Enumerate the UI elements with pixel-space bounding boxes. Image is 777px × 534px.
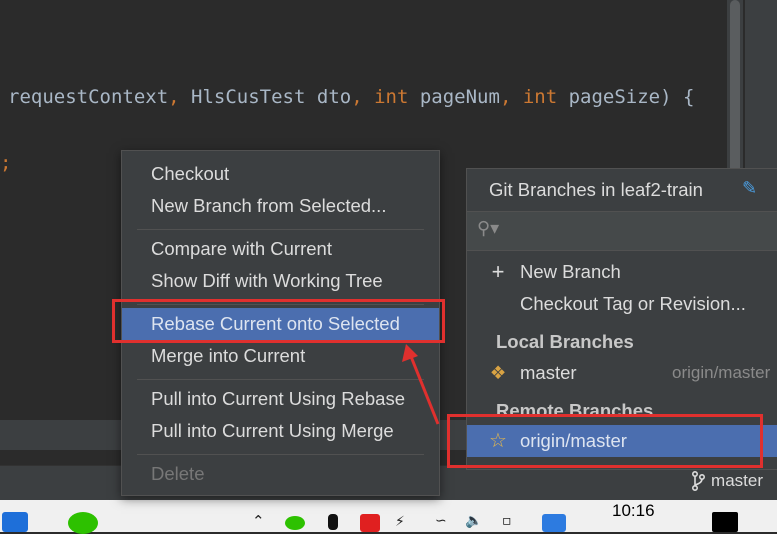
- volume-icon[interactable]: 🔈: [465, 513, 482, 529]
- git-branch-widget[interactable]: master: [691, 471, 763, 491]
- search-icon: ⚲▾: [477, 218, 500, 238]
- chevron-up-icon[interactable]: ⌃: [252, 512, 265, 530]
- du-app-icon[interactable]: [360, 514, 380, 532]
- branch-search-input[interactable]: ⚲▾: [467, 211, 777, 251]
- menu-separator: [137, 379, 424, 380]
- ime-icon[interactable]: ▫: [502, 513, 512, 529]
- power-plug-icon[interactable]: ⚡: [395, 514, 405, 530]
- wifi-icon[interactable]: ∽: [435, 513, 447, 529]
- popup-title: Git Branches in leaf2-train: [489, 179, 703, 200]
- code-semicolon: ;: [0, 152, 12, 174]
- plus-icon: +: [491, 259, 505, 284]
- menu-separator: [137, 229, 424, 230]
- clock[interactable]: 10:16: [612, 501, 655, 521]
- checkout-tag-item[interactable]: Checkout Tag or Revision...: [467, 288, 777, 320]
- wechat-tray-icon[interactable]: [285, 516, 305, 530]
- local-branches-header: Local Branches: [496, 331, 634, 352]
- menu-item-compare-with-current[interactable]: Compare with Current: [122, 233, 439, 265]
- scrollbar-thumb[interactable]: [730, 0, 740, 180]
- annotation-arrow: [402, 344, 440, 425]
- tracking-branch: origin/master: [672, 363, 771, 382]
- menu-item-show-diff[interactable]: Show Diff with Working Tree: [122, 265, 439, 297]
- menu-item-delete[interactable]: Delete: [122, 458, 439, 490]
- wechat-icon[interactable]: [68, 512, 98, 534]
- menu-item-pull-rebase[interactable]: Pull into Current Using Rebase: [122, 383, 439, 415]
- windows-taskbar: ⌃ ⚡ ∽ 🔈 ▫ 10:16: [0, 500, 777, 534]
- mic-icon[interactable]: [328, 514, 338, 530]
- local-branch-master[interactable]: ❖ master origin/master: [467, 357, 777, 389]
- menu-item-pull-merge[interactable]: Pull into Current Using Merge: [122, 415, 439, 447]
- menu-item-new-branch-from-selected[interactable]: New Branch from Selected...: [122, 190, 439, 222]
- branch-icon: [692, 471, 706, 491]
- edit-icon[interactable]: ✎: [742, 178, 757, 199]
- menu-separator: [137, 454, 424, 455]
- notification-icon[interactable]: [712, 512, 738, 532]
- menu-item-merge-into-current[interactable]: Merge into Current: [122, 340, 439, 372]
- app-icon[interactable]: [2, 512, 28, 532]
- annotation-highlight-rebase: [112, 299, 445, 343]
- tag-icon: ❖: [489, 362, 507, 383]
- code-line: requestContext, HlsCusTest dto, int page…: [8, 86, 695, 108]
- du-tray-icon[interactable]: [542, 514, 566, 532]
- menu-item-checkout[interactable]: Checkout: [122, 158, 439, 190]
- annotation-highlight-remote-branch: [447, 414, 763, 468]
- new-branch-item[interactable]: + New Branch: [467, 256, 777, 288]
- branch-name: master: [711, 471, 763, 490]
